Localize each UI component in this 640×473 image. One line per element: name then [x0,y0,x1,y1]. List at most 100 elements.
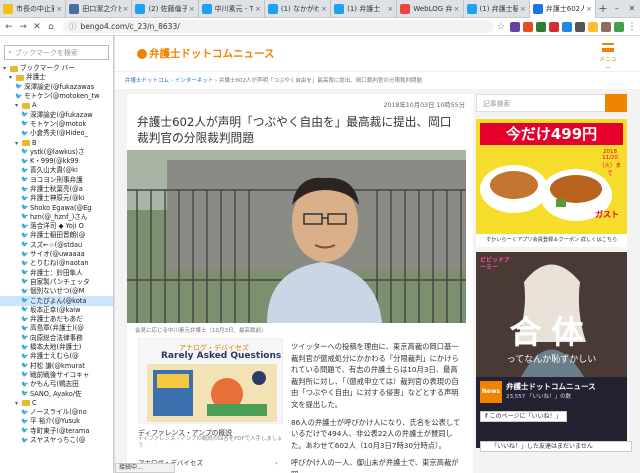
bookmark-item[interactable]: 🐦 ystk(@lawkus)さ [0,148,113,157]
bookmark-item[interactable]: 🐦 ヨコヨン刑事弁護 [0,176,113,185]
bookmark-item[interactable]: 🐦 弁護士えむら(@ [0,352,113,361]
fb-page-name[interactable]: 弁護士ドットコムニュース [506,381,596,392]
fb-like-button[interactable]: f このページに「いいね！」 [480,411,567,422]
extension-icon[interactable] [536,21,546,32]
star-icon[interactable]: ☆ [497,22,507,32]
extension-icon[interactable] [510,21,520,32]
browser-tab[interactable]: (2) 佐藤倫子 × [132,0,199,18]
close-window-icon[interactable]: ✕ [628,4,635,13]
bookmark-item[interactable]: 🐦 とりむね(@naotan [0,259,113,268]
close-tab-icon[interactable]: × [189,5,195,13]
bookmark-item[interactable]: 🐦 サイオ(@uwaaaa [0,250,113,259]
bookmark-item[interactable]: 🐦 坂本正幸(@kaiw [0,306,113,315]
bookmark-item[interactable]: 🐦 弁護士稲田晋朗(@ [0,231,113,240]
bookmark-item[interactable]: 🐦 弁護士：鈴田隼人 [0,269,113,278]
bookmark-item[interactable]: 🐦 こたぴよん(@kota [0,296,113,306]
close-tab-icon[interactable]: × [586,5,592,13]
chevron-down-icon[interactable]: ▾ [15,399,21,408]
bookmark-item[interactable]: 🐦 Shoko Egawa(@Eg [0,203,113,212]
bookmark-item[interactable]: 🐦 平 裕介(@Yusuk [0,417,113,426]
bookmark-item[interactable]: 🐦 落合洋司 ◆ Yoji O [0,222,113,231]
bookmark-item[interactable]: 🐦 深澤諭史(@fukazaw [0,110,113,119]
search-button[interactable] [605,94,627,112]
ad-banner[interactable]: アナログ・デバイセズ Rarely Asked Questions [138,338,283,424]
chevron-down-icon[interactable]: ▾ [3,64,9,73]
chevron-down-icon[interactable]: ▾ [15,101,21,110]
extension-icon[interactable] [575,21,585,32]
kebab-menu-icon[interactable]: ⋮ [627,22,637,32]
browser-tab[interactable]: 市長の中止邪 × [0,0,67,18]
external-link-icon[interactable]: › [275,459,278,467]
close-tab-icon[interactable]: × [387,5,393,13]
twitter-icon: 🐦 [15,83,23,91]
bookmark-item[interactable]: 🐦 スズ←☆(@stdau [0,241,113,250]
forward-icon[interactable]: → [17,21,29,33]
bookmark-item[interactable]: 🐦 弁護士あだもあだ [0,315,113,324]
extension-icon[interactable] [523,21,533,32]
extension-icon[interactable] [562,21,572,32]
site-logo[interactable]: 弁護士ドットコムニュース [137,46,274,61]
minimize-icon[interactable]: – [615,4,619,13]
bookmark-folder[interactable]: ▾ ブックマーク バー [0,64,113,73]
chevron-down-icon[interactable]: ▾ [15,139,21,148]
bookmark-item[interactable]: 🐦 橋本太地(弁護士) [0,343,113,352]
bookmark-item[interactable]: 🐦 自家製パンチェッタ [0,278,113,287]
bookmark-folder[interactable]: ▾ A [0,101,113,110]
bookmark-item[interactable]: 🐦 モトケン(@motok [0,120,113,129]
bookmark-item[interactable]: 🐦 個別ないせつ(@M [0,287,113,296]
home-icon[interactable]: ⌂ [45,21,57,33]
site-header: 弁護士ドットコムニュース [115,36,640,72]
extension-icon[interactable] [588,21,598,32]
breadcrumb-link[interactable]: インターネット [175,78,214,84]
article-date: 2018年10月03日 10時55分 [383,102,465,109]
bookmark-item[interactable]: 🐦 弁護士神原元(@ki [0,194,113,203]
extension-icon[interactable] [601,21,611,32]
bookmark-item[interactable]: 🐦 小倉秀夫(@Hideo_ [0,129,113,138]
bookmark-label: 弁護士稲田晋朗(@ [30,231,86,240]
back-icon[interactable]: ← [3,21,15,33]
breadcrumb-link[interactable]: 弁護士ドットコム [125,78,169,84]
bookmark-item[interactable]: 🐦 寺町東子(@terama [0,427,113,436]
browser-tab[interactable]: (1) 弁護士稲 × [464,0,530,18]
close-tab-icon[interactable]: × [56,5,62,13]
chevron-down-icon[interactable]: ▾ [9,73,15,82]
browser-tab[interactable]: 中川素元 - Tu× [199,0,265,18]
bookmark-item[interactable]: 🐦 hzn(@_hznf_)さん [0,213,113,222]
browser-tab[interactable]: 田口潔之介と保× [66,0,133,18]
ad-gusto[interactable]: 今だけ499円 2018 11/20（火）まで ガスト すかいらーくアプリ会員登… [476,119,627,247]
close-tab-icon[interactable]: × [321,5,327,13]
ad-vivid-army[interactable]: ビビッドアーミー 合体 ってなんか恥ずかしい [476,252,627,377]
bookmark-item[interactable]: 🐦 K・999(@kk99 [0,157,113,166]
browser-tab[interactable]: 弁護士602人 × [529,0,596,18]
bookmark-item[interactable]: 🐦 弁護士秋葉亮(@a [0,185,113,194]
bookmark-folder[interactable]: ▾ 弁護士 [0,73,113,82]
bookmark-item[interactable]: 🐦 SANO, Ayako/佐 [0,389,113,398]
new-tab-button[interactable]: + [596,0,610,17]
close-tab-icon[interactable]: × [123,5,129,13]
info-icon[interactable]: ⓘ [69,21,77,32]
address-bar[interactable]: ⓘ bengo4.com/c_23/n_8633/ [63,20,494,33]
bookmark-item[interactable]: 🐦 高島章(弁護士)(@ [0,324,113,333]
close-tab-icon[interactable]: × [520,5,526,13]
close-tab-icon[interactable]: × [454,5,460,13]
browser-tab[interactable]: WebLOG 弁護× [397,0,464,18]
bookmark-item[interactable]: 🐦 深澤諭史(@fukazawas [0,83,113,92]
close-tab-icon[interactable]: × [255,5,261,13]
bookmark-item[interactable]: 🐦 スヤスヤっちこ(@ [0,436,113,445]
menu-button[interactable]: メニュー [598,43,618,72]
bookmark-item[interactable]: 🐦 喜久山大貴(@ki [0,166,113,175]
extension-icon[interactable] [614,21,624,32]
browser-tab[interactable]: (1) なかがわ × [265,0,332,18]
bookmark-folder[interactable]: ▾ B [0,138,113,147]
bookmark-search-input[interactable]: ⌕ ブックマークを検索 [4,45,109,60]
bookmark-item[interactable]: 🐦 かもん弓(鴨志田 [0,380,113,389]
bookmark-item[interactable]: 🐦 村松 謙(@kmurat [0,362,113,371]
extension-icon[interactable] [549,21,559,32]
bookmark-item[interactable]: 🐦 ノースライル(@no [0,408,113,417]
browser-tab[interactable]: (1) 弁護士 × [331,0,398,18]
bookmark-folder[interactable]: ▾ C [0,399,113,408]
bookmark-item[interactable]: 🐦 戦前戦後サイコキャ [0,371,113,380]
bookmark-item[interactable]: 🐦 向原総合法律事務 [0,334,113,343]
bookmark-item[interactable]: 🐦 モトケン(@motoken_tw [0,92,113,101]
close-loading-icon[interactable]: ✕ [31,21,43,33]
